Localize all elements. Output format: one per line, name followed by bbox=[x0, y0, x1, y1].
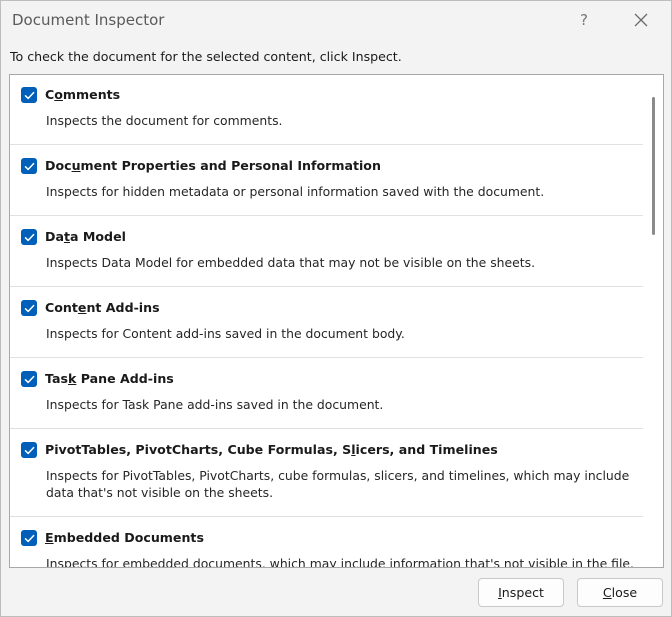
item-title-pre: Da bbox=[45, 229, 64, 244]
item-title-post: ment Properties and Personal Information bbox=[80, 158, 381, 173]
checkmark-icon bbox=[24, 304, 34, 312]
item-title-post: icers, and Timelines bbox=[355, 442, 498, 457]
close-label-accel: C bbox=[602, 585, 612, 600]
item-title-post: mments bbox=[62, 87, 121, 102]
item-checkbox[interactable] bbox=[21, 229, 37, 245]
document-inspector-dialog: Document Inspector ? To check the docume… bbox=[0, 0, 672, 617]
close-button[interactable]: Close bbox=[577, 578, 663, 607]
instruction-text: To check the document for the selected c… bbox=[10, 49, 402, 64]
window-title: Document Inspector bbox=[12, 11, 165, 29]
checkmark-icon bbox=[24, 534, 34, 542]
item-checkbox[interactable] bbox=[21, 371, 37, 387]
inspection-item: Embedded Documents Inspects for embedded … bbox=[10, 517, 643, 568]
checkmark-icon bbox=[24, 375, 34, 383]
inspect-button[interactable]: Inspect bbox=[478, 578, 564, 607]
checkmark-icon bbox=[24, 91, 34, 99]
item-title[interactable]: Task Pane Add-ins bbox=[45, 371, 174, 386]
item-title-accel: E bbox=[45, 530, 54, 545]
close-label-post: lose bbox=[611, 585, 638, 600]
item-title[interactable]: Data Model bbox=[45, 229, 126, 244]
item-title-accel: o bbox=[54, 87, 63, 102]
item-title-post: nt Add-ins bbox=[86, 300, 160, 315]
item-checkbox[interactable] bbox=[21, 530, 37, 546]
help-button[interactable]: ? bbox=[561, 1, 607, 39]
inspection-item: PivotTables, PivotCharts, Cube Formulas,… bbox=[10, 429, 643, 517]
inspection-item: Comments Inspects the document for commen… bbox=[10, 75, 643, 145]
item-description: Inspects for Content add-ins saved in th… bbox=[46, 326, 405, 341]
item-title[interactable]: Comments bbox=[45, 87, 120, 102]
scrollbar-thumb[interactable] bbox=[652, 97, 655, 235]
item-description: Inspects for hidden metadata or personal… bbox=[46, 184, 545, 199]
item-description: Inspects for PivotTables, PivotCharts, c… bbox=[46, 468, 630, 500]
item-title-post: Pane Add-ins bbox=[76, 371, 174, 386]
close-window-button[interactable] bbox=[618, 1, 664, 39]
vertical-scrollbar[interactable] bbox=[643, 75, 663, 567]
item-checkbox[interactable] bbox=[21, 442, 37, 458]
inspection-item: Task Pane Add-ins Inspects for Task Pane … bbox=[10, 358, 643, 429]
inspection-item: Document Properties and Personal Informa… bbox=[10, 145, 643, 216]
item-title-pre: C bbox=[45, 87, 55, 102]
item-title-post: a Model bbox=[69, 229, 126, 244]
item-description: Inspects for embedded documents, which m… bbox=[46, 556, 634, 568]
checkmark-icon bbox=[24, 233, 34, 241]
item-description: Inspects for Task Pane add-ins saved in … bbox=[46, 397, 384, 412]
inspection-items: Comments Inspects the document for commen… bbox=[10, 75, 643, 568]
item-title[interactable]: Document Properties and Personal Informa… bbox=[45, 158, 381, 173]
item-checkbox[interactable] bbox=[21, 300, 37, 316]
item-title[interactable]: Content Add-ins bbox=[45, 300, 160, 315]
inspection-item: Data Model Inspects Data Model for embedd… bbox=[10, 216, 643, 287]
checkmark-icon bbox=[24, 446, 34, 454]
inspect-label-post: nspect bbox=[501, 585, 544, 600]
inspection-list[interactable]: Comments Inspects the document for commen… bbox=[9, 74, 664, 568]
item-title-accel: u bbox=[71, 158, 81, 173]
item-title[interactable]: PivotTables, PivotCharts, Cube Formulas,… bbox=[45, 442, 498, 457]
item-title-pre: PivotTables, PivotCharts, Cube Formulas,… bbox=[45, 442, 352, 457]
item-title[interactable]: Embedded Documents bbox=[45, 530, 204, 545]
item-title-pre: Tas bbox=[45, 371, 68, 386]
title-bar: Document Inspector ? bbox=[1, 1, 671, 39]
item-title-pre: Cont bbox=[45, 300, 78, 315]
item-description: Inspects Data Model for embedded data th… bbox=[46, 255, 536, 270]
item-description: Inspects the document for comments. bbox=[46, 113, 283, 128]
item-title-post: mbedded Documents bbox=[53, 530, 204, 545]
item-title-pre: Doc bbox=[45, 158, 72, 173]
checkmark-icon bbox=[24, 162, 34, 170]
close-icon bbox=[634, 13, 648, 27]
item-checkbox[interactable] bbox=[21, 87, 37, 103]
inspection-item: Content Add-ins Inspects for Content add-… bbox=[10, 287, 643, 358]
item-checkbox[interactable] bbox=[21, 158, 37, 174]
